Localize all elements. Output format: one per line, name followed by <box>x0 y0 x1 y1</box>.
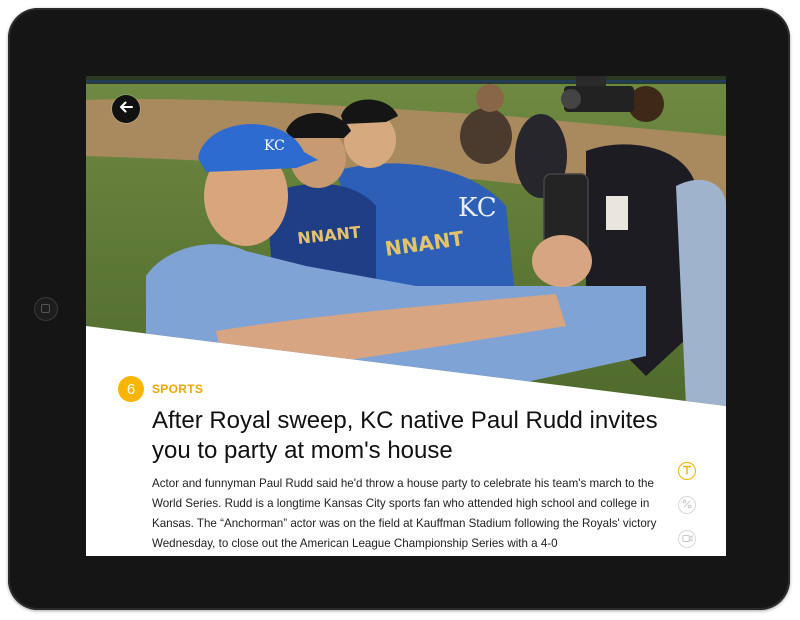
back-button[interactable] <box>112 95 140 123</box>
category-row: 6 SPORTS <box>118 376 203 402</box>
video-mode-button[interactable] <box>678 530 696 548</box>
rank-badge: 6 <box>118 376 144 402</box>
video-camera-icon <box>681 530 693 548</box>
svg-text:KC: KC <box>264 138 285 154</box>
app-screen: NNANT KC NNANT KC 6 SPORTS After Royal s… <box>86 76 726 556</box>
stats-mode-button[interactable] <box>678 496 696 514</box>
article-body: Actor and funnyman Paul Rudd said he'd t… <box>152 477 657 550</box>
text-mode-button[interactable] <box>678 462 696 480</box>
percent-icon <box>682 496 692 514</box>
svg-text:KC: KC <box>458 193 497 223</box>
arrow-left-icon <box>119 100 133 119</box>
text-t-icon <box>682 462 692 480</box>
article-tools <box>678 462 696 556</box>
home-button[interactable] <box>34 297 58 321</box>
article-headline: After Royal sweep, KC native Paul Rudd i… <box>152 407 658 464</box>
hero-photo: NNANT KC NNANT KC <box>86 76 726 406</box>
category-label[interactable]: SPORTS <box>152 382 203 396</box>
tablet-frame: NNANT KC NNANT KC 6 SPORTS After Royal s… <box>8 8 790 610</box>
